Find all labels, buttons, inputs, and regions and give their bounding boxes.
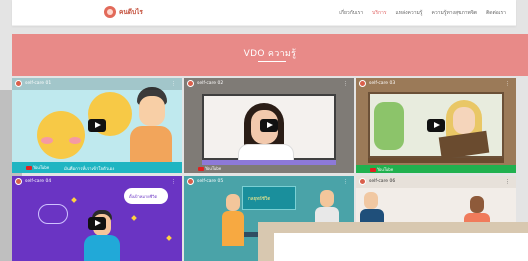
blushing-emoji <box>37 111 85 159</box>
nav-item-resources[interactable]: แหล่งความรู้ <box>396 9 423 17</box>
video-header: self-care 01 ⋮ <box>12 78 182 90</box>
play-icon[interactable] <box>427 119 445 132</box>
video-header: self-care 02 ⋮ <box>184 78 354 90</box>
youtube-icon <box>26 166 32 170</box>
video-header: self-care 05 ⋮ <box>184 176 354 188</box>
video-title[interactable]: self-care 05 <box>197 179 223 184</box>
title-underline <box>258 61 286 62</box>
video-title[interactable]: self-care 02 <box>197 81 223 86</box>
video-header: self-care 03 ⋮ <box>356 78 516 90</box>
site-logo[interactable]: คนดีบไร <box>104 6 143 18</box>
more-options-icon[interactable]: ⋮ <box>505 179 512 185</box>
channel-avatar-icon[interactable] <box>359 80 366 87</box>
video-footer: YouTube <box>356 165 516 173</box>
overlay-panel <box>274 233 528 261</box>
page-title: VDO ความรู้ <box>243 49 297 59</box>
platform-label: YouTube <box>33 165 50 170</box>
speech-bubble: ตั้งเป้าหมายชีวิต <box>124 188 168 204</box>
video-card-3[interactable]: self-care 03 ⋮ YouTube <box>356 78 516 173</box>
play-icon[interactable] <box>88 119 106 132</box>
nav-item-mental-health[interactable]: ความรู้ทางสุขภาพจิต <box>432 9 478 17</box>
nav-item-services[interactable]: บริการ <box>372 9 386 17</box>
video-title[interactable]: self-care 06 <box>369 179 395 184</box>
channel-avatar-icon[interactable] <box>15 80 22 87</box>
nav-item-about[interactable]: เกี่ยวกับเรา <box>339 9 363 17</box>
sign-text: กลยุทธ์ชีวิต <box>248 197 271 202</box>
youtube-icon <box>198 167 204 171</box>
more-options-icon[interactable]: ⋮ <box>343 81 350 87</box>
video-header: self-care 06 ⋮ <box>356 176 516 188</box>
platform-label: YouTube <box>377 167 394 172</box>
plant-decoration <box>374 102 404 150</box>
youtube-logo[interactable]: YouTube <box>370 167 393 172</box>
character-face <box>364 192 378 209</box>
video-header: self-care 04 ⋮ <box>12 176 182 188</box>
youtube-logo[interactable]: YouTube <box>198 166 221 171</box>
youtube-logo[interactable]: YouTube <box>26 165 49 170</box>
caption-strip <box>368 158 504 163</box>
sparkle-icon <box>131 215 137 221</box>
more-options-icon[interactable]: ⋮ <box>343 179 350 185</box>
channel-avatar-icon[interactable] <box>187 178 194 185</box>
bubble-text: ตั้งเป้าหมายชีวิต <box>129 194 158 199</box>
nav-item-contact[interactable]: ติดต่อเรา <box>486 9 506 17</box>
character-face <box>320 190 334 207</box>
character-face <box>226 194 240 211</box>
youtube-icon <box>370 168 376 172</box>
logo-icon <box>104 6 116 18</box>
video-title[interactable]: self-care 04 <box>25 179 51 184</box>
sparkle-icon <box>166 235 172 241</box>
video-caption: มันคือการที่เราเข้าใจตัวเอง <box>64 167 115 172</box>
channel-avatar-icon[interactable] <box>15 178 22 185</box>
more-options-icon[interactable]: ⋮ <box>505 81 512 87</box>
thought-cloud <box>38 204 68 224</box>
logo-text: คนดีบไร <box>119 8 143 16</box>
character-face <box>139 96 165 126</box>
navbar: คนดีบไร เกี่ยวกับเรา บริการ แหล่งความรู้… <box>12 0 516 26</box>
character-face <box>470 196 484 213</box>
platform-label: YouTube <box>205 166 222 171</box>
play-icon[interactable] <box>88 217 106 230</box>
video-footer: YouTube มันคือการที่เราเข้าใจตัวเอง <box>12 162 182 173</box>
more-options-icon[interactable]: ⋮ <box>171 179 178 185</box>
main-nav: เกี่ยวกับเรา บริการ แหล่งความรู้ ความรู้… <box>339 9 506 17</box>
video-card-1[interactable]: self-care 01 ⋮ YouTube มันคือการที่เราเข… <box>12 78 182 173</box>
character-face <box>453 107 475 134</box>
video-title[interactable]: self-care 01 <box>25 81 51 86</box>
page: { "site": { "logo_text": "คนดีบไร", "bra… <box>0 0 528 261</box>
video-footer: YouTube <box>184 164 354 173</box>
video-card-4[interactable]: ตั้งเป้าหมายชีวิต self-care 04 ⋮ <box>12 176 182 261</box>
section-banner: VDO ความรู้ <box>12 34 528 76</box>
channel-avatar-icon[interactable] <box>359 178 366 185</box>
character-body <box>222 211 244 246</box>
sparkle-icon <box>71 197 77 203</box>
character-body <box>84 235 120 261</box>
channel-avatar-icon[interactable] <box>187 80 194 87</box>
video-title[interactable]: self-care 03 <box>369 81 395 86</box>
more-options-icon[interactable]: ⋮ <box>171 81 178 87</box>
video-card-2[interactable]: self-care 02 ⋮ YouTube <box>184 78 354 173</box>
play-icon[interactable] <box>260 119 278 132</box>
title-sign: กลยุทธ์ชีวิต <box>242 186 296 210</box>
